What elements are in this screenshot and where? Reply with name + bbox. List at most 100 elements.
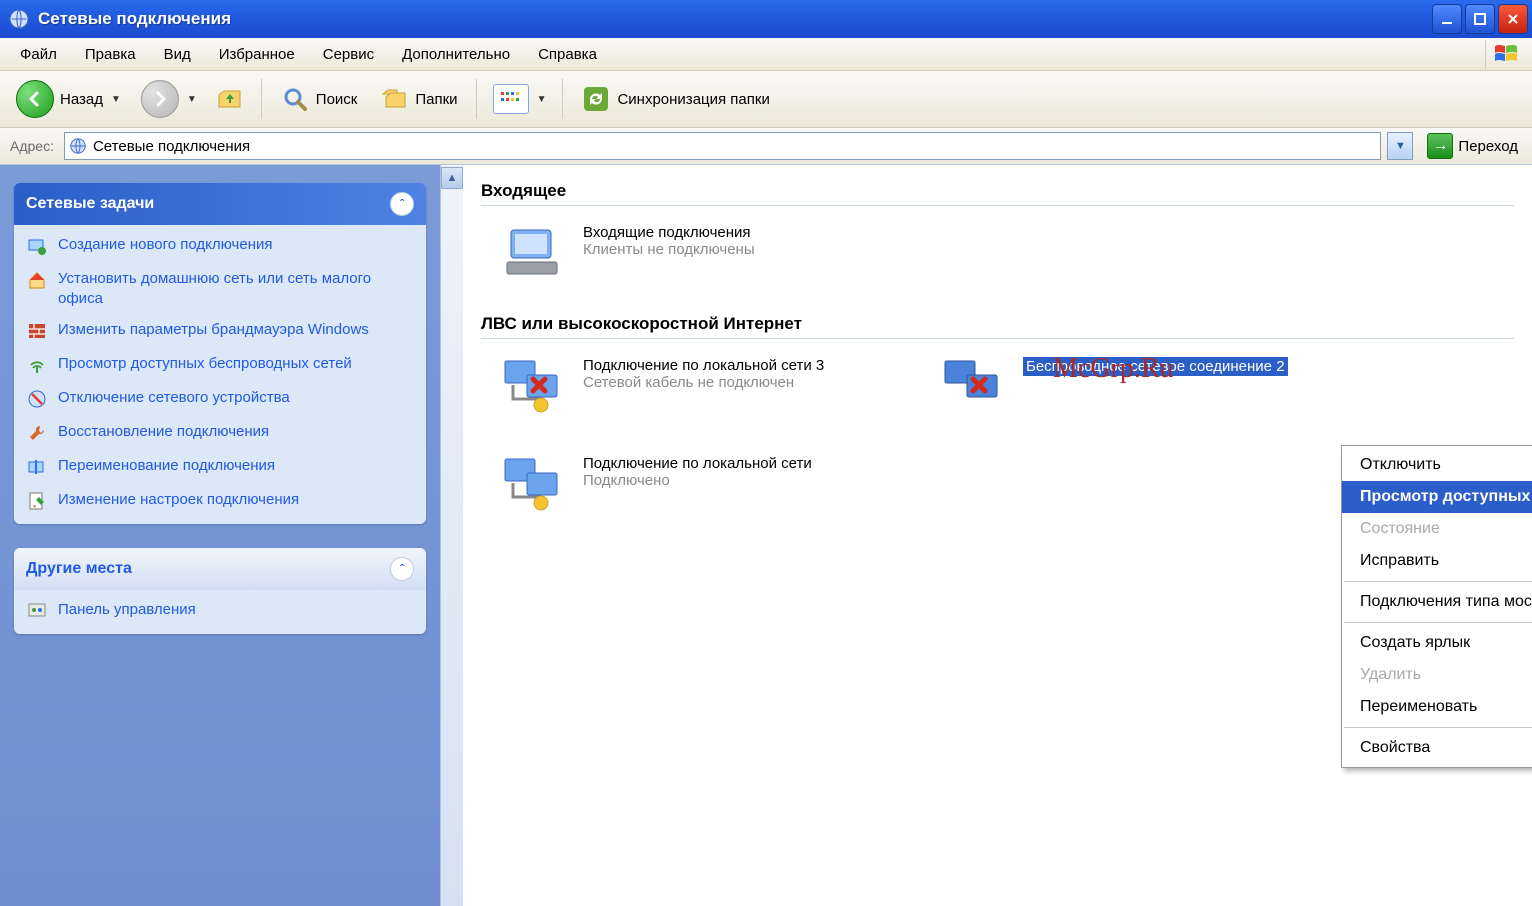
incoming-connection-icon bbox=[501, 224, 571, 282]
toolbar-separator bbox=[562, 79, 563, 119]
window-controls bbox=[1432, 4, 1528, 34]
ctx-bridge[interactable]: Подключения типа мост bbox=[1342, 586, 1532, 618]
wireless-icon bbox=[26, 354, 48, 376]
ctx-separator bbox=[1344, 622, 1532, 623]
task-firewall[interactable]: Изменить параметры брандмауэра Windows bbox=[26, 320, 414, 342]
explorer-window: Сетевые подключения Файл Правка Вид Избр… bbox=[0, 0, 1532, 906]
menu-file[interactable]: Файл bbox=[6, 42, 71, 67]
toolbar: Назад ▼ ▼ Поиск bbox=[0, 71, 1532, 128]
minimize-button[interactable] bbox=[1432, 4, 1462, 34]
folders-button[interactable]: Папки bbox=[371, 78, 465, 120]
chevron-down-icon: ▼ bbox=[187, 94, 197, 105]
ctx-repair[interactable]: Исправить bbox=[1342, 545, 1532, 577]
chevron-down-icon: ▼ bbox=[537, 94, 547, 105]
item-status: Клиенты не подключены bbox=[583, 241, 755, 258]
chevron-down-icon: ▼ bbox=[111, 94, 121, 105]
up-button[interactable] bbox=[209, 78, 251, 120]
context-menu: Отключить Просмотр доступных беспроводны… bbox=[1341, 445, 1532, 768]
item-name: Беспроводное сетевое соединение 2 bbox=[1023, 357, 1288, 376]
chevron-down-icon: ▼ bbox=[1395, 140, 1406, 152]
app-icon bbox=[8, 8, 30, 30]
menu-edit[interactable]: Правка bbox=[71, 42, 150, 67]
collapse-icon[interactable]: ˆ bbox=[390, 192, 414, 216]
task-properties[interactable]: Изменение настроек подключения bbox=[26, 490, 414, 512]
home-network-icon bbox=[26, 269, 48, 291]
group-header-lan: ЛВС или высокоскоростной Интернет bbox=[481, 308, 1514, 339]
panel-other-places: Другие места ˆ Панель управления bbox=[14, 548, 426, 634]
item-name: Подключение по локальной сети 3 bbox=[583, 357, 824, 374]
views-button[interactable]: ▼ bbox=[487, 78, 553, 120]
disable-icon bbox=[26, 388, 48, 410]
panel-header[interactable]: Сетевые задачи ˆ bbox=[14, 183, 426, 225]
conn-lan-3[interactable]: Подключение по локальной сети 3 Сетевой … bbox=[501, 357, 881, 415]
windows-flag-icon bbox=[1485, 40, 1526, 68]
addressbar: Адрес: Сетевые подключения ▼ → Переход bbox=[0, 128, 1532, 165]
ctx-delete: Удалить bbox=[1342, 659, 1532, 691]
close-button[interactable] bbox=[1498, 4, 1528, 34]
search-button[interactable]: Поиск bbox=[272, 78, 366, 120]
item-status: Подключено bbox=[583, 472, 812, 489]
link-control-panel[interactable]: Панель управления bbox=[26, 600, 414, 622]
menu-favorites[interactable]: Избранное bbox=[205, 42, 309, 67]
go-arrow-icon: → bbox=[1427, 133, 1453, 159]
control-panel-icon bbox=[26, 600, 48, 622]
menu-advanced[interactable]: Дополнительно bbox=[388, 42, 524, 67]
task-wireless[interactable]: Просмотр доступных беспроводных сетей bbox=[26, 354, 414, 376]
scroll-up-icon[interactable]: ▲ bbox=[441, 167, 463, 189]
address-label: Адрес: bbox=[6, 138, 58, 154]
rename-icon bbox=[26, 456, 48, 478]
back-button[interactable]: Назад ▼ bbox=[8, 78, 129, 120]
item-status: Сетевой кабель не подключен bbox=[583, 374, 824, 391]
conn-lan[interactable]: Подключение по локальной сети Подключено bbox=[501, 455, 881, 513]
panel-body: Панель управления bbox=[14, 590, 426, 634]
ctx-properties[interactable]: Свойства bbox=[1342, 732, 1532, 764]
item-name: Подключение по локальной сети bbox=[583, 455, 812, 472]
firewall-icon bbox=[26, 320, 48, 342]
menubar: Файл Правка Вид Избранное Сервис Дополни… bbox=[0, 38, 1532, 71]
scrollbar[interactable]: ▲ bbox=[440, 165, 463, 906]
lan-connected-icon bbox=[501, 455, 571, 513]
ctx-view-wireless[interactable]: Просмотр доступных беспроводных сетей bbox=[1342, 481, 1532, 513]
conn-incoming[interactable]: Входящие подключения Клиенты не подключе… bbox=[501, 224, 881, 282]
globe-icon bbox=[69, 137, 87, 155]
panel-header[interactable]: Другие места ˆ bbox=[14, 548, 426, 590]
address-dropdown-button[interactable]: ▼ bbox=[1387, 132, 1413, 160]
task-repair[interactable]: Восстановление подключения bbox=[26, 422, 414, 444]
task-rename[interactable]: Переименование подключения bbox=[26, 456, 414, 478]
maximize-button[interactable] bbox=[1465, 4, 1495, 34]
repair-icon bbox=[26, 422, 48, 444]
task-new-connection[interactable]: Создание нового подключения bbox=[26, 235, 414, 257]
sync-icon bbox=[581, 84, 611, 114]
body: Сетевые задачи ˆ Создание нового подключ… bbox=[0, 165, 1532, 906]
conn-wireless-2[interactable]: Беспроводное сетевое соединение 2 bbox=[941, 357, 1321, 415]
toolbar-separator bbox=[476, 79, 477, 119]
task-home-network[interactable]: Установить домашнюю сеть или сеть малого… bbox=[26, 269, 414, 308]
forward-button[interactable]: ▼ bbox=[135, 78, 203, 120]
properties-icon bbox=[26, 490, 48, 512]
items-row: Входящие подключения Клиенты не подключе… bbox=[481, 206, 1514, 292]
back-arrow-icon bbox=[16, 80, 54, 118]
window-title: Сетевые подключения bbox=[38, 9, 1432, 29]
panel-body: Создание нового подключения Установить д… bbox=[14, 225, 426, 524]
folder-up-icon bbox=[215, 84, 245, 114]
ctx-status: Состояние bbox=[1342, 513, 1532, 545]
menu-tools[interactable]: Сервис bbox=[309, 42, 388, 67]
address-field[interactable]: Сетевые подключения bbox=[64, 132, 1381, 160]
lan-disconnected-icon bbox=[501, 357, 571, 415]
menu-view[interactable]: Вид bbox=[150, 42, 205, 67]
menu-help[interactable]: Справка bbox=[524, 42, 611, 67]
forward-arrow-icon bbox=[141, 80, 179, 118]
toolbar-separator bbox=[261, 79, 262, 119]
content-area: Входящее Входящие подключения Клиенты не… bbox=[463, 165, 1532, 906]
collapse-icon[interactable]: ˆ bbox=[390, 557, 414, 581]
ctx-create-shortcut[interactable]: Создать ярлык bbox=[1342, 627, 1532, 659]
ctx-disconnect[interactable]: Отключить bbox=[1342, 449, 1532, 481]
sync-folder-button[interactable]: Синхронизация папки bbox=[573, 78, 777, 120]
search-icon bbox=[280, 84, 310, 114]
panel-network-tasks: Сетевые задачи ˆ Создание нового подключ… bbox=[14, 183, 426, 524]
group-header-incoming: Входящее bbox=[481, 175, 1514, 206]
task-disable-device[interactable]: Отключение сетевого устройства bbox=[26, 388, 414, 410]
ctx-rename[interactable]: Переименовать bbox=[1342, 691, 1532, 723]
go-button[interactable]: → Переход bbox=[1419, 132, 1526, 160]
titlebar: Сетевые подключения bbox=[0, 0, 1532, 38]
